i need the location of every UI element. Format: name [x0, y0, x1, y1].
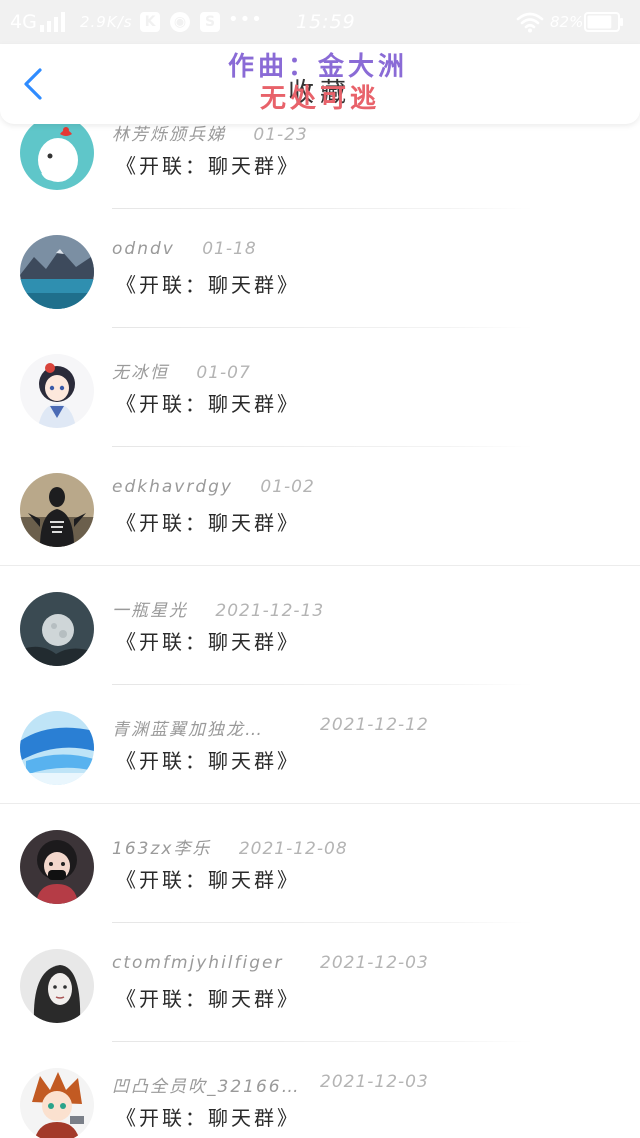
timestamp: 2021-12-03	[320, 953, 429, 973]
username: 无冰恒	[112, 363, 169, 383]
username: 青渊蓝翼加独龙…	[112, 720, 264, 740]
item-meta: 青渊蓝翼加独龙… 2021-12-12	[112, 715, 428, 740]
network-speed: 2.9K/s	[80, 13, 133, 31]
timestamp: 01-02	[260, 477, 315, 497]
timestamp: 2021-12-08	[238, 839, 348, 859]
signal-strength-icon	[40, 12, 65, 32]
network-type: 4G	[10, 11, 37, 33]
item-meta: 163zx李乐 2021-12-08	[112, 834, 348, 859]
username: ctomfmjyhilfiger	[112, 953, 284, 973]
username: odndv	[112, 239, 175, 259]
list-item[interactable]: 163zx李乐 2021-12-08 《开联：聊天群》	[0, 804, 640, 923]
battery-icon	[584, 12, 623, 32]
timestamp: 01-07	[196, 363, 251, 383]
app-k-icon: K	[140, 12, 160, 32]
username: edkhavrdgy	[112, 477, 233, 497]
username: 一瓶星光	[112, 601, 188, 621]
timestamp: 01-18	[202, 239, 257, 259]
timestamp: 2021-12-03	[320, 1072, 429, 1092]
screen: 4G 2.9K/s K ◉ S ••• 15:59 82% 收藏 作曲：金大洲 …	[0, 0, 640, 1138]
item-meta: odndv 01-18	[112, 239, 257, 263]
avatar-blue-wings[interactable]	[20, 711, 94, 785]
list-item[interactable]: 无冰恒 01-07 《开联：聊天群》	[0, 328, 640, 447]
message-preview: 《开联：聊天群》	[116, 273, 300, 297]
favorites-list: 林芳烁颁兵娣 01-23 《开联：聊天群》 odndv 01-18 《开联：聊天…	[0, 90, 640, 1138]
list-item[interactable]: 一瓶星光 2021-12-13 《开联：聊天群》	[0, 566, 640, 685]
avatar-mountain-lake[interactable]	[20, 235, 94, 309]
timestamp: 2021-12-13	[215, 601, 325, 621]
palette-icon: ◉	[170, 12, 190, 32]
avatar-masked-girl[interactable]	[20, 830, 94, 904]
header: 收藏 作曲：金大洲 无处可逃	[0, 44, 640, 124]
message-preview: 《开联：聊天群》	[116, 987, 300, 1011]
message-preview: 《开联：聊天群》	[116, 1106, 300, 1130]
message-preview: 《开联：聊天群》	[116, 392, 300, 416]
wifi-icon	[516, 12, 544, 33]
avatar-anime-girl[interactable]	[20, 354, 94, 428]
app-s-icon: S	[200, 12, 220, 32]
message-preview: 《开联：聊天群》	[116, 868, 300, 892]
avatar-elephant[interactable]	[20, 116, 94, 190]
avatar-moon[interactable]	[20, 592, 94, 666]
status-bar: 4G 2.9K/s K ◉ S ••• 15:59 82%	[0, 0, 640, 44]
username: 凹凸全员吹_32166…	[112, 1077, 301, 1097]
overlay-song-title: 无处可逃	[259, 84, 380, 114]
message-preview: 《开联：聊天群》	[116, 749, 300, 773]
timestamp: 01-23	[253, 125, 308, 145]
list-item[interactable]: 凹凸全员吹_32166… 2021-12-03 《开联：聊天群》	[0, 1042, 640, 1138]
item-meta: edkhavrdgy 01-02	[112, 477, 315, 501]
avatar-hoodie-person[interactable]	[20, 473, 94, 547]
item-meta: ctomfmjyhilfiger 2021-12-03	[112, 953, 428, 977]
list-item[interactable]: edkhavrdgy 01-02 《开联：聊天群》	[0, 447, 640, 566]
list-item[interactable]: ctomfmjyhilfiger 2021-12-03 《开联：聊天群》	[0, 923, 640, 1042]
message-preview: 《开联：聊天群》	[116, 630, 300, 654]
item-meta: 无冰恒 01-07	[112, 358, 251, 383]
avatar-anime-boy[interactable]	[20, 1068, 94, 1138]
avatar-woman-portrait[interactable]	[20, 949, 94, 1023]
username: 163zx李乐	[112, 839, 212, 859]
item-meta: 凹凸全员吹_32166… 2021-12-03	[112, 1072, 428, 1097]
message-preview: 《开联：聊天群》	[116, 511, 300, 535]
item-meta: 一瓶星光 2021-12-13	[112, 596, 325, 621]
more-notifications-icon: •••	[228, 9, 263, 30]
timestamp: 2021-12-12	[320, 715, 429, 735]
battery-percent: 82%	[550, 13, 584, 31]
list-item[interactable]: 青渊蓝翼加独龙… 2021-12-12 《开联：聊天群》	[0, 685, 640, 804]
list-item[interactable]: odndv 01-18 《开联：聊天群》	[0, 209, 640, 328]
message-preview: 《开联：聊天群》	[116, 154, 300, 178]
clock: 15:59	[296, 11, 356, 33]
